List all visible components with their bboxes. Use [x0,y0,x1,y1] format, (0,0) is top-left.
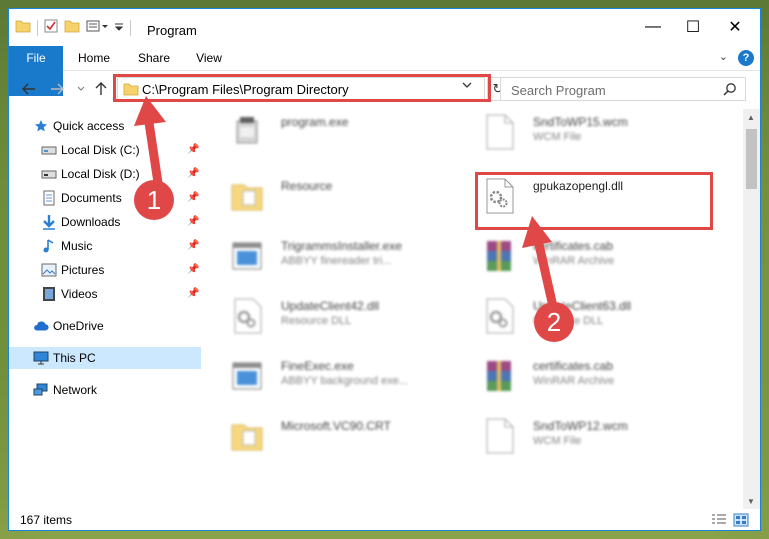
step-badge-2: 2 [534,302,574,342]
step-badge-1: 1 [134,180,174,220]
arrow-to-dll-file [522,216,557,307]
annotation-overlay [134,96,557,307]
